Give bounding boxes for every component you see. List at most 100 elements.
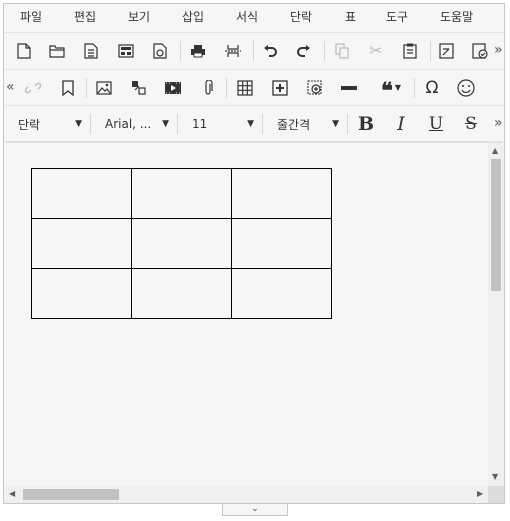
menubar: 파일 편집 보기 삽입 서식 단락 표 도구 도움말 bbox=[4, 4, 504, 32]
paste-button[interactable] bbox=[398, 39, 422, 63]
paste-word-icon bbox=[472, 43, 488, 59]
underline-button[interactable]: U bbox=[424, 112, 448, 136]
omega-icon: Ω bbox=[425, 77, 439, 98]
font-size-select[interactable]: 11 ▼ bbox=[192, 114, 254, 134]
document-button[interactable] bbox=[79, 39, 103, 63]
toolbar-expand-icon[interactable]: » bbox=[494, 115, 503, 131]
menu-table[interactable]: 표 bbox=[345, 10, 356, 24]
toolbar-expand-icon[interactable]: » bbox=[494, 42, 503, 58]
scroll-down-icon[interactable]: ▼ bbox=[492, 472, 498, 481]
bookmark-button[interactable] bbox=[56, 76, 80, 100]
image-icon bbox=[96, 81, 112, 95]
horizontal-scrollbar[interactable]: ◀ ▶ bbox=[5, 486, 488, 503]
image-button[interactable] bbox=[92, 76, 116, 100]
new-document-icon bbox=[17, 43, 31, 59]
chevron-down-icon: ▼ bbox=[247, 119, 254, 129]
table-row bbox=[31, 168, 332, 219]
menu-file[interactable]: 파일 bbox=[20, 10, 42, 24]
restore-draft-button[interactable] bbox=[148, 39, 172, 63]
template-button[interactable] bbox=[114, 39, 138, 63]
new-document-button[interactable] bbox=[12, 39, 36, 63]
separator bbox=[347, 114, 348, 134]
paste-text-button[interactable] bbox=[435, 39, 459, 63]
redo-button[interactable] bbox=[292, 39, 316, 63]
separator bbox=[86, 78, 87, 98]
table-cell[interactable] bbox=[31, 268, 132, 319]
paragraph-format-select[interactable]: 단락 ▼ bbox=[18, 114, 82, 134]
paperclip-icon bbox=[205, 80, 213, 95]
redo-icon bbox=[297, 45, 310, 57]
italic-button[interactable]: I bbox=[389, 112, 413, 136]
menu-help[interactable]: 도움말 bbox=[440, 10, 473, 24]
history-document-icon bbox=[153, 43, 167, 59]
scroll-left-icon[interactable]: ◀ bbox=[9, 489, 15, 498]
template-icon bbox=[118, 44, 134, 58]
blockquote-button[interactable]: ❝ ▼ bbox=[374, 76, 408, 104]
document-table[interactable] bbox=[31, 168, 332, 319]
table-cell[interactable] bbox=[231, 218, 332, 269]
smiley-icon bbox=[457, 79, 475, 97]
paste-word-button[interactable] bbox=[468, 39, 492, 63]
print-button[interactable] bbox=[186, 39, 210, 63]
editor-frame: 파일 편집 보기 삽입 서식 단락 표 도구 도움말 ✂ » « ❝ ▼ Ω 단… bbox=[3, 3, 505, 504]
table-cell[interactable] bbox=[231, 268, 332, 319]
line-height-value: 줄간격 bbox=[277, 117, 311, 132]
table-cell[interactable] bbox=[131, 168, 232, 219]
table-cell[interactable] bbox=[231, 168, 332, 219]
insert-box-icon bbox=[272, 80, 288, 96]
cut-button[interactable]: ✂ bbox=[364, 39, 388, 63]
menu-paragraph[interactable]: 단락 bbox=[290, 10, 312, 24]
undo-button[interactable] bbox=[258, 39, 282, 63]
document-lines-icon bbox=[84, 43, 98, 59]
special-char-button[interactable]: Ω bbox=[420, 76, 444, 100]
attach-file-button[interactable] bbox=[196, 76, 220, 100]
strikethrough-button[interactable]: S bbox=[459, 112, 483, 136]
line-height-select[interactable]: 줄간격 ▼ bbox=[277, 114, 339, 134]
separator bbox=[226, 78, 227, 98]
emoticon-button[interactable] bbox=[454, 76, 478, 100]
menu-tools[interactable]: 도구 bbox=[386, 10, 408, 24]
separator bbox=[253, 41, 254, 61]
editor-area[interactable] bbox=[5, 141, 503, 486]
vertical-scrollbar[interactable]: ▲ ▼ bbox=[488, 143, 504, 486]
open-button[interactable] bbox=[45, 39, 69, 63]
horizontal-line-icon bbox=[341, 86, 357, 90]
bold-button[interactable]: B bbox=[354, 112, 378, 136]
paragraph-format-value: 단락 bbox=[18, 117, 41, 132]
toolbar-row-2: « ❝ ▼ Ω bbox=[4, 69, 504, 106]
table-button[interactable] bbox=[233, 76, 257, 100]
horizontal-scroll-thumb[interactable] bbox=[23, 489, 119, 500]
toolbar-collapse-icon[interactable]: « bbox=[6, 79, 15, 95]
table-cell[interactable] bbox=[31, 218, 132, 269]
menu-view[interactable]: 보기 bbox=[128, 10, 150, 24]
separator bbox=[177, 114, 178, 134]
menu-format[interactable]: 서식 bbox=[236, 10, 258, 24]
scroll-up-icon[interactable]: ▲ bbox=[492, 146, 498, 155]
separator bbox=[262, 114, 263, 134]
chevron-down-icon: ▼ bbox=[75, 119, 82, 129]
chevron-down-icon: ▼ bbox=[162, 119, 169, 129]
vertical-scroll-thumb[interactable] bbox=[491, 159, 501, 291]
menu-edit[interactable]: 편집 bbox=[74, 10, 96, 24]
chevron-down-icon: ⌄ bbox=[251, 504, 259, 514]
quote-icon: ❝ bbox=[381, 78, 393, 104]
insert-box-button[interactable] bbox=[268, 76, 292, 100]
page-break-button[interactable] bbox=[221, 39, 245, 63]
chevron-down-icon: ▼ bbox=[394, 83, 401, 92]
menu-insert[interactable]: 삽입 bbox=[182, 10, 204, 24]
insert-shape-button[interactable] bbox=[303, 76, 327, 100]
horizontal-rule-button[interactable] bbox=[337, 76, 361, 100]
font-family-select[interactable]: Arial, ... ▼ bbox=[105, 114, 169, 134]
table-cell[interactable] bbox=[131, 268, 232, 319]
film-icon bbox=[165, 82, 181, 94]
copy-button[interactable] bbox=[330, 39, 354, 63]
media-button[interactable] bbox=[161, 76, 185, 100]
scroll-right-icon[interactable]: ▶ bbox=[477, 489, 483, 498]
table-cell[interactable] bbox=[131, 218, 232, 269]
table-cell[interactable] bbox=[31, 168, 132, 219]
image-map-button[interactable] bbox=[127, 76, 151, 100]
table-row bbox=[31, 268, 332, 319]
resize-handle[interactable]: ⌄ bbox=[222, 504, 288, 516]
image-map-icon bbox=[132, 81, 146, 95]
unlink-button[interactable] bbox=[21, 76, 45, 100]
